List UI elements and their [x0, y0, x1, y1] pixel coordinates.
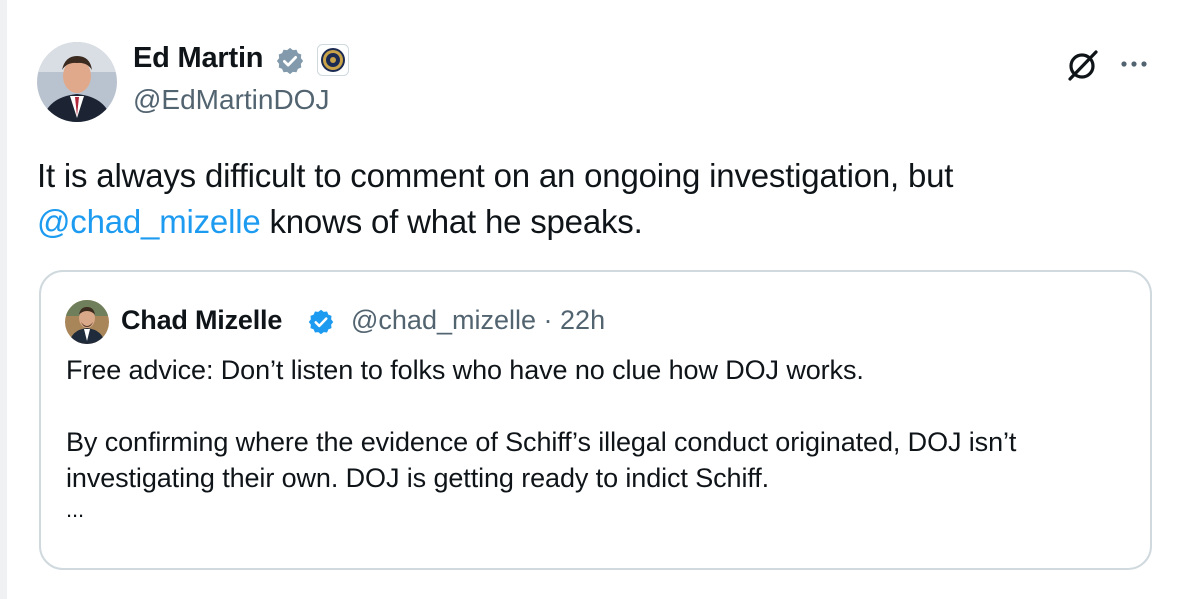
mention-link[interactable]: @chad_mizelle	[37, 203, 261, 240]
more-options-icon[interactable]	[1116, 52, 1152, 76]
author-avatar[interactable]	[37, 42, 117, 122]
verified-icon	[307, 308, 335, 336]
author-name[interactable]: Ed Martin	[133, 42, 264, 75]
verified-icon	[275, 46, 305, 76]
quote-text: Free advice: Don’t listen to folks who h…	[66, 352, 1126, 524]
quoted-tweet-card[interactable]: Chad Mizelle @chad_mizelle · 22h Free ad…	[39, 270, 1152, 570]
quote-author-avatar[interactable]	[65, 300, 109, 344]
quote-timestamp[interactable]: 22h	[560, 305, 605, 335]
meta-separator: ·	[543, 305, 553, 335]
quote-paragraph: Free advice: Don’t listen to folks who h…	[66, 355, 864, 385]
tweet-text-suffix: knows of what he speaks.	[260, 203, 643, 240]
truncation-ellipsis: ...	[66, 497, 85, 522]
left-edge-divider	[0, 0, 7, 599]
quote-meta: @chad_mizelle · 22h	[351, 305, 605, 336]
author-handle[interactable]: @EdMartinDOJ	[133, 84, 329, 116]
quote-author-handle[interactable]: @chad_mizelle	[351, 305, 536, 335]
quote-paragraph: By confirming where the evidence of Schi…	[66, 427, 1017, 493]
doj-seal-icon[interactable]	[317, 44, 349, 76]
tweet-text-prefix: It is always difficult to comment on an …	[37, 157, 954, 194]
quote-author-name[interactable]: Chad Mizelle	[121, 305, 282, 336]
grok-icon[interactable]	[1066, 48, 1100, 82]
tweet-text: It is always difficult to comment on an …	[37, 153, 1137, 245]
